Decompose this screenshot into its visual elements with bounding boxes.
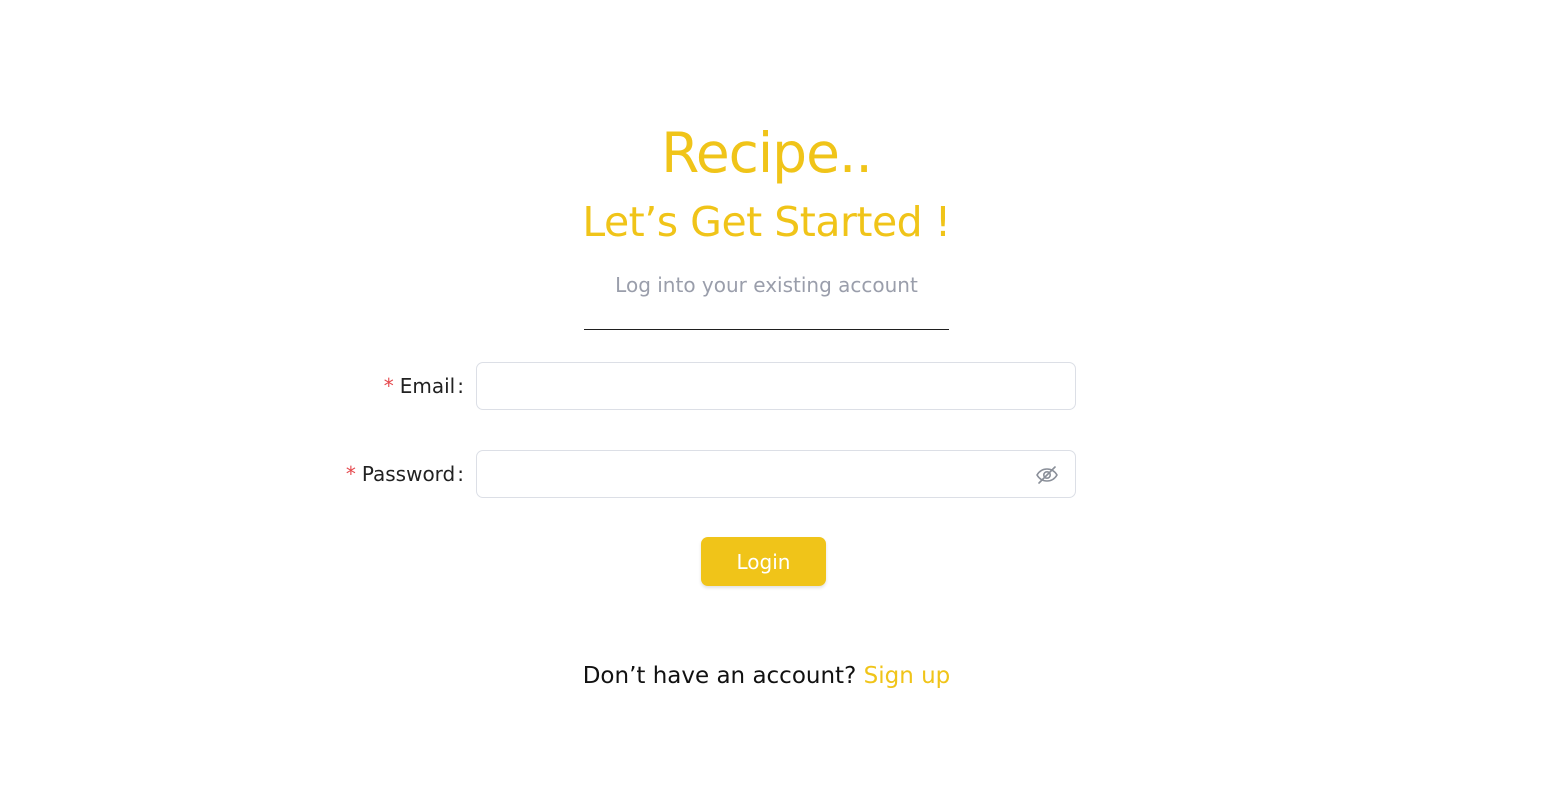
signup-prompt: Don’t have an account? Sign up [0,660,1533,692]
email-label-text: Email [399,374,456,398]
password-label-colon: : [457,462,464,486]
email-label: * Email: [384,362,464,410]
password-field-wrapper [476,450,1076,498]
header-divider [584,329,949,330]
email-input[interactable] [477,363,1075,409]
email-field-wrapper [476,362,1076,410]
signup-prompt-text: Don’t have an account? [582,663,857,689]
password-label-text: Password [361,462,456,486]
password-required-mark: * [345,462,356,486]
brand-logo-text: Recipe.. [661,121,873,185]
login-page: Recipe.. Let’s Get Started ! Log into yo… [0,0,1561,786]
page-title: Let’s Get Started ! [582,198,951,246]
page-subtitle: Log into your existing account [615,273,918,297]
login-button[interactable]: Login [701,537,826,586]
password-input[interactable] [477,451,1075,497]
signup-link[interactable]: Sign up [864,663,951,689]
email-label-colon: : [457,374,464,398]
password-label: * Password: [346,450,464,498]
email-form-item: * Email: [0,362,1561,410]
email-required-mark: * [383,374,394,398]
password-form-item: * Password: [0,450,1561,498]
eye-off-icon[interactable] [1035,463,1059,487]
